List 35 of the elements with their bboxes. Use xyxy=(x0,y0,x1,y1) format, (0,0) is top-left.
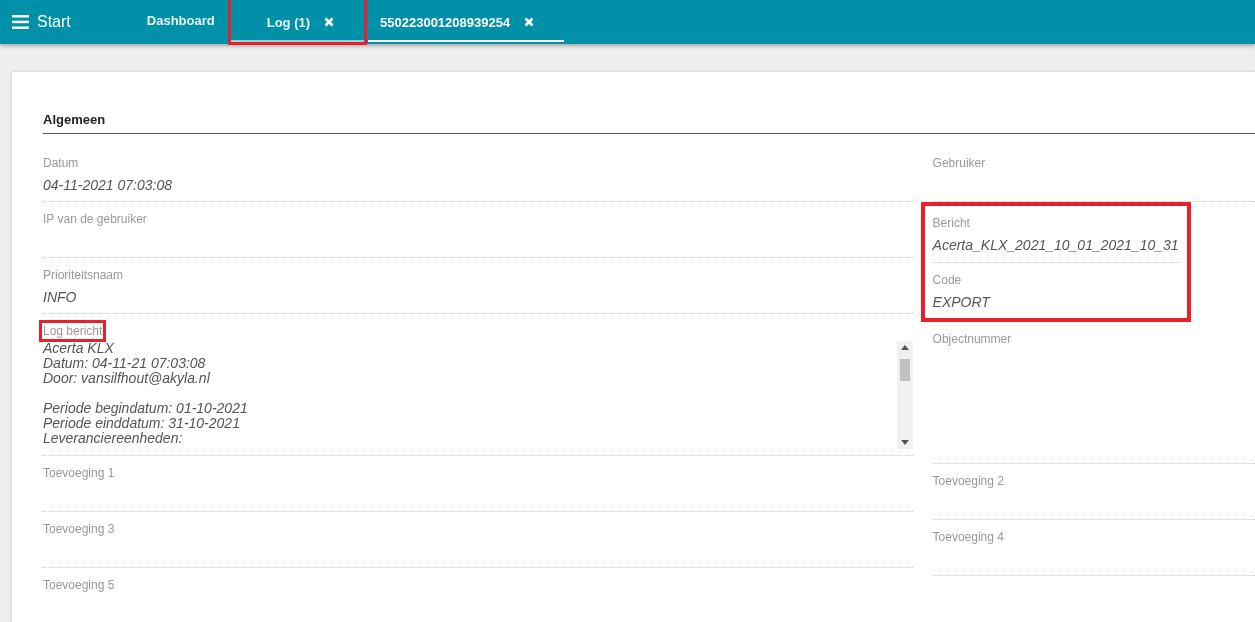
field-value: INFO xyxy=(43,289,78,305)
tab[interactable]: Dashboard xyxy=(134,0,227,42)
scrollbar-thumb[interactable] xyxy=(899,359,910,381)
start-menu-button[interactable]: Start xyxy=(0,0,83,44)
field-label: Datum xyxy=(43,156,79,170)
menu-icon xyxy=(12,15,29,29)
log-message-line: Datum: 04-11-21 07:03:08 xyxy=(43,356,207,371)
tab[interactable]: Log (1) xyxy=(230,0,365,42)
field-label: Prioriteitsnaam xyxy=(43,268,124,282)
field-label: IP van de gebruiker xyxy=(43,212,147,226)
field-value: Acerta_KLX_2021_10_01_2021_10_31 xyxy=(932,237,1179,253)
tab[interactable]: 550223001208939254 xyxy=(368,0,565,42)
scrollbar[interactable] xyxy=(896,341,913,449)
field-label: Toevoeging 2 xyxy=(932,474,1004,488)
log-message-line: Door: vansilfhout@akyla.nl xyxy=(43,371,211,386)
field-label: Toevoeging 1 xyxy=(43,466,115,480)
scroll-down-icon[interactable] xyxy=(900,440,909,445)
log-message-line: Periode einddatum: 31-10-2021 xyxy=(43,416,241,431)
field-label: Objectnummer xyxy=(932,332,1012,346)
field-label: Code xyxy=(932,273,962,287)
field-value: EXPORT xyxy=(932,294,992,310)
field-label: Toevoeging 5 xyxy=(43,578,115,592)
log-message-line: Leveranciereenheden: xyxy=(43,431,184,446)
field-value: 04-11-2021 07:03:08 xyxy=(43,177,173,193)
section-title: Algemeen xyxy=(43,112,1255,134)
log-message-textarea[interactable]: Acerta KLX Datum: 04-11-21 07:03:08 Door: vansilfhout@akyla.nl Periode begindatum: 01-10-2021 Periode einddatum: 31-10-2021 Leveranciereenheden: xyxy=(43,341,913,449)
field-label: Gebruiker xyxy=(932,156,986,170)
log-message-line: Acerta KLX xyxy=(43,341,115,356)
scroll-up-icon[interactable] xyxy=(900,345,909,350)
field-label: Toevoeging 4 xyxy=(932,530,1004,544)
log-message-line: Periode begindatum: 01-10-2021 xyxy=(43,401,249,416)
close-icon[interactable] xyxy=(324,17,335,27)
field-label: Bericht xyxy=(932,216,970,230)
close-icon[interactable] xyxy=(524,17,535,27)
field-label: Toevoeging 3 xyxy=(43,522,115,536)
